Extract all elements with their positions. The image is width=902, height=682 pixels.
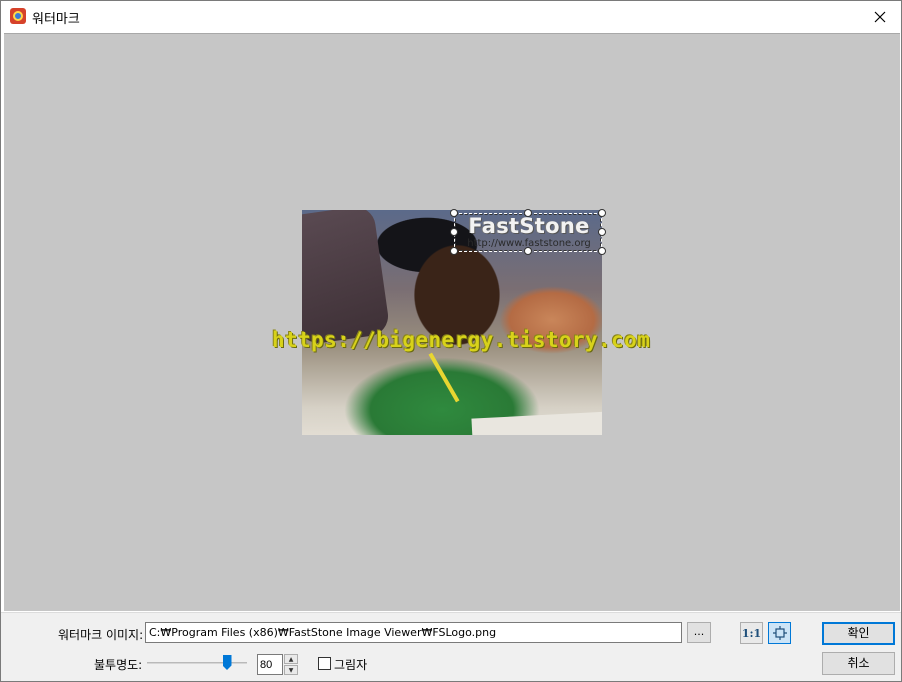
opacity-slider[interactable] — [147, 654, 247, 672]
opacity-value-field[interactable] — [257, 654, 283, 675]
title-bar: 워터마크 — [1, 1, 901, 32]
opacity-label: 불투명도: — [94, 658, 143, 672]
opacity-slider-thumb[interactable] — [222, 655, 232, 670]
watermark-logo-title: FastStone — [468, 214, 590, 238]
watermark-image-label: 워터마크 이미지: — [58, 628, 144, 642]
resize-handle-bottom-right[interactable] — [598, 247, 606, 255]
actual-size-button[interactable]: 1:1 — [740, 622, 763, 644]
spin-down-arrow-icon[interactable]: ▼ — [284, 665, 298, 675]
browse-button[interactable]: ... — [687, 622, 711, 643]
cancel-button[interactable]: 취소 — [822, 652, 895, 675]
resize-handle-bottom-left[interactable] — [450, 247, 458, 255]
opacity-spinner[interactable]: ▲ ▼ — [284, 654, 298, 675]
resize-handle-top-middle[interactable] — [524, 209, 532, 217]
control-panel: 워터마크 이미지: ... 1:1 확인 불투명도: ▲ ▼ 그림자 취소 — [1, 612, 901, 681]
shadow-checkbox[interactable] — [318, 657, 331, 670]
watermark-path-field[interactable] — [145, 622, 682, 643]
actual-size-label: 1:1 — [741, 626, 762, 640]
shadow-label: 그림자 — [334, 658, 368, 672]
window-title: 워터마크 — [32, 12, 80, 27]
resize-handle-top-right[interactable] — [598, 209, 606, 217]
ok-button[interactable]: 확인 — [822, 622, 895, 645]
preview-area: FastStone http://www.faststone.org https… — [4, 33, 900, 611]
app-icon — [10, 8, 26, 24]
watermark-dialog: 워터마크 FastStone http://www.faststone.org … — [0, 0, 902, 682]
spin-up-arrow-icon[interactable]: ▲ — [284, 654, 298, 664]
resize-handle-middle-right[interactable] — [598, 228, 606, 236]
fit-position-button[interactable] — [768, 622, 791, 644]
overlay-url-text: https://bigenergy.tistory.com — [272, 328, 651, 352]
crosshair-frame-icon — [772, 626, 787, 640]
close-button[interactable] — [859, 1, 901, 32]
resize-handle-middle-left[interactable] — [450, 228, 458, 236]
resize-handle-top-left[interactable] — [450, 209, 458, 217]
resize-handle-bottom-middle[interactable] — [524, 247, 532, 255]
close-icon — [874, 11, 886, 22]
